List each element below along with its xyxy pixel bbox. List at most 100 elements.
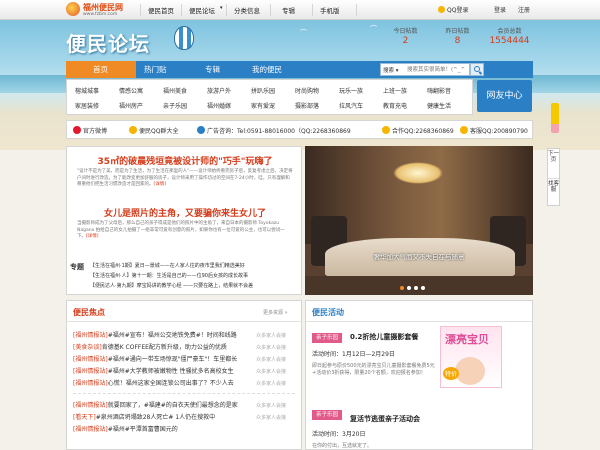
slide-dot[interactable] (414, 286, 418, 290)
list-item-category[interactable]: [美食杂谈] (73, 344, 102, 351)
list-item-category[interactable]: [福州情报站] (73, 380, 108, 387)
tab-hot-posts[interactable]: 热门贴 (144, 64, 167, 75)
netfriend-center-button[interactable]: 网友中心 (477, 80, 532, 112)
category-link[interactable]: 亲子乐园 (163, 101, 187, 110)
cooperate-qq[interactable]: 合作QQ:2268360869 (382, 126, 454, 135)
activity-image[interactable]: 漂亮宝贝 特价 (440, 326, 502, 388)
register-link[interactable]: 注册 (518, 5, 530, 14)
list-item-category[interactable]: [福州情报站] (73, 332, 108, 339)
category-link[interactable]: 玩乐一族 (339, 86, 363, 95)
list-item-title[interactable]: #福州#宣布！福州公交地铁免费#！时间和线路 (108, 332, 237, 339)
search-button[interactable] (470, 63, 484, 76)
list-item[interactable]: [福州情报站]就要回家了，#福建#的自衣天使们最想念的是家 (73, 400, 238, 409)
feature-headline-2[interactable]: 女儿是照片的主角，又要骗你来生女儿了 (67, 206, 303, 219)
category-link[interactable]: 摄影部落 (295, 101, 319, 110)
list-item-title[interactable]: #福州#大学教师被嫩物性 性骚扰多名高校女生 (108, 368, 234, 375)
category-link[interactable]: 家居装修 (75, 101, 99, 110)
category-link[interactable]: 福州婚嫁 (207, 101, 231, 110)
category-link[interactable]: 旅游户外 (207, 86, 231, 95)
activity-tag[interactable]: 亲子乐园 (312, 333, 343, 343)
service-qq[interactable]: 客服QQ:200890790 (460, 126, 528, 135)
qq-login-button[interactable]: QQ登录 (438, 5, 468, 14)
slide-dot[interactable] (407, 286, 411, 290)
category-link[interactable]: 上班一族 (383, 86, 407, 95)
list-item[interactable]: [美食杂谈]肯德基K COFFEE配方新升级，助力公益的优质 (73, 342, 227, 351)
activity-item-title[interactable]: 0.2折抢儿童摄影套餐 (350, 332, 418, 342)
list-item-category[interactable]: [福州情报站] (73, 368, 108, 375)
stat-members: 会员总数 1554444 (482, 26, 537, 46)
top-nav-forum[interactable]: 便民论坛 (189, 5, 215, 15)
qq-icon (460, 126, 468, 134)
top-nav-albums[interactable]: 专辑 (282, 5, 295, 15)
tab-my[interactable]: 我的便民 (252, 64, 282, 75)
list-item-author: 众多家人会接 (256, 381, 287, 387)
category-link[interactable]: 健康生活 (427, 101, 451, 110)
list-item-category[interactable]: [福州情报站] (73, 356, 108, 363)
list-item-title[interactable]: #福州#通向一带车场惊现"僵尸豪车"！车里都长 (108, 356, 238, 363)
topic-link[interactable]: 【生活在福州·人】第十一期：生活是自己的——位90后女孩的成长故事 (90, 272, 248, 279)
list-item[interactable]: [福州情报站]#福州#大学教师被嫩物性 性骚扰多名高校女生 (73, 366, 234, 375)
activity-item-title[interactable]: 复活节逃蛋亲子活动会 (350, 414, 420, 424)
site-logo[interactable]: 福州便民网 www.fzbm.com (66, 2, 136, 18)
list-item-category[interactable]: [福州情报站] (73, 426, 108, 433)
list-item-title[interactable]: #福州#平潭首富曹国元的 (108, 426, 178, 433)
activity-time: 活动时间：3月20日 (312, 431, 366, 438)
next-page-button[interactable]: 下一页 (548, 151, 559, 179)
topic-link[interactable]: 【生活在福州·1期】夏日—景城——在人家人往的夜市里我们精选美好 (90, 262, 245, 269)
find-service-button[interactable]: 找客服 (548, 179, 559, 193)
tab-home[interactable]: 首页 (93, 64, 108, 75)
top-nav-home[interactable]: 便民首页 (148, 5, 174, 15)
tab-albums[interactable]: 专辑 (205, 64, 220, 75)
qq-group-link[interactable]: 便民QQ群大全 (129, 126, 178, 135)
list-item-title[interactable]: 心慌！福州这家全国连锁公司出事了？不少人去 (108, 380, 234, 387)
list-item[interactable]: [福州情报站]心慌！福州这家全国连锁公司出事了？不少人去 (73, 378, 234, 387)
weibo-link[interactable]: 官方微博 (73, 126, 107, 135)
slide-dot[interactable] (400, 286, 404, 290)
category-link[interactable]: 情感公寓 (119, 86, 143, 95)
bird-icon: ⌒ (300, 29, 307, 37)
feature-more-link[interactable]: [详情] (154, 182, 167, 187)
category-link[interactable]: 福州房产 (119, 101, 143, 110)
list-item-title[interactable]: 就要回家了，#福建#的自衣天使们最想念的是家 (108, 402, 238, 409)
list-item[interactable]: [福州情报站]#福州#宣布！福州公交地铁免费#！时间和线路 (73, 330, 237, 339)
top-nav-classifieds[interactable]: 分类信息 (234, 5, 260, 15)
category-link[interactable]: 拉风汽车 (339, 101, 363, 110)
list-item[interactable]: [福州情报站]#福州#通向一带车场惊现"僵尸豪车"！车里都长 (73, 354, 237, 363)
feature-summary-text: "设计不是为了美，而是为了生活，为了生活在那里的人"——设计师始终看完房子后，反… (77, 169, 293, 187)
category-link[interactable]: 家有爱宠 (251, 101, 275, 110)
weibo-label: 官方微博 (83, 128, 108, 135)
list-item[interactable]: [福州情报站]#福州#平潭首富曹国元的 (73, 424, 178, 433)
list-item-title[interactable]: #泉州酒店坍塌致28人死亡# 1人仍在搜救中 (96, 414, 215, 421)
pencil-mascot-icon (551, 103, 559, 133)
topic-link[interactable]: 【便民达人·第九期】摩宝妈讲的教学心经 ——只要在路上，结果就不会差 (90, 282, 253, 289)
activity-desc: 即日起参与原价500元的漂亮宝贝儿童摄影套餐免费5元+活动价3折获得，限量20个… (312, 363, 435, 376)
stat-today-posts: 今日帖数 2 (378, 26, 433, 46)
top-nav-mobile[interactable]: 手机版 (320, 5, 340, 15)
floating-sidebar: 下一页 找客服 (547, 148, 560, 206)
stat-value: 2 (402, 36, 409, 46)
login-link[interactable]: 登录 (494, 5, 506, 14)
list-item[interactable]: [看天下]#泉州酒店坍塌致28人死亡# 1人仍在搜救中 (73, 412, 215, 421)
stat-label: 今日帖数 (393, 28, 418, 35)
search-input[interactable] (407, 65, 465, 75)
activity-tag[interactable]: 亲子乐园 (312, 410, 343, 420)
category-link[interactable]: 时尚购物 (295, 86, 319, 95)
category-link[interactable]: 拼趴乐园 (251, 86, 275, 95)
forum-title: 便民论坛 (66, 32, 150, 56)
category-link[interactable]: 榕城城事 (75, 86, 99, 95)
feature-more-link[interactable]: [详情] (86, 234, 99, 239)
ad-contact: 广告咨询：Tel:0591-88016000（QQ:2268360869 (197, 126, 351, 135)
category-link[interactable]: 嗨翻影音 (427, 86, 451, 95)
search-type-select[interactable]: 搜索 ▾ (383, 66, 399, 74)
slide-dot[interactable] (421, 286, 425, 290)
category-link[interactable]: 教育充电 (383, 101, 407, 110)
list-item-title[interactable]: 肯德基K COFFEE配方新升级，助力公益的优质 (102, 344, 227, 351)
category-link[interactable]: 福州美食 (163, 86, 187, 95)
activity-desc: 在你的付出，互选就定了。 (312, 443, 373, 449)
list-item-category[interactable]: [看天下] (73, 414, 96, 421)
logo-url: www.fzbm.com (83, 12, 118, 17)
image-slider[interactable]: 奢华加大气而又不失自在与随意 (305, 146, 533, 295)
feature-headline-1[interactable]: 35㎡的破晨残垣竟被设计师的"巧手"玩嗨了 (67, 154, 303, 167)
list-item-category[interactable]: [福州情报站] (73, 402, 108, 409)
focus-more-link[interactable]: 更多资源 » (263, 309, 288, 316)
